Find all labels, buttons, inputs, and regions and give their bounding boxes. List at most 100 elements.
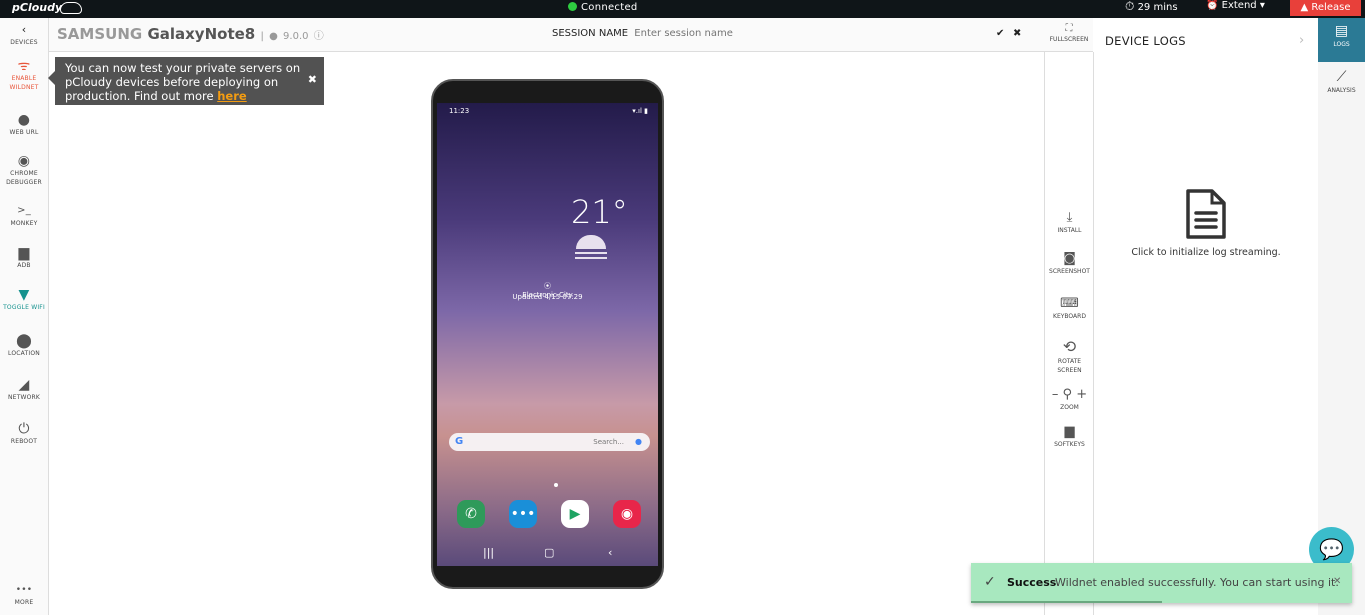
play-store-app-icon[interactable]: ▶ xyxy=(561,500,589,528)
sidebar-item-reboot[interactable]: ⏻ REBOOT xyxy=(0,421,48,446)
sidebar-item-toggle-wifi[interactable]: ▼ TOGGLE WIFI xyxy=(0,287,48,312)
tab-label: LOGS xyxy=(1333,41,1350,48)
document-icon[interactable] xyxy=(1184,189,1228,239)
session-name-input[interactable] xyxy=(634,28,835,39)
wifi-icon: ▼ xyxy=(18,287,30,303)
tool-label: KEYBOARD xyxy=(1053,313,1086,320)
extend-dropdown[interactable]: ⏰ Extend ▾ xyxy=(1206,0,1265,12)
status-icons: ▾.ıl ▮ xyxy=(632,107,648,115)
connection-status: Connected xyxy=(568,2,638,13)
sidebar-item-web-url[interactable]: ● WEB URL xyxy=(0,112,48,137)
cancel-session-name-icon[interactable]: ✖ xyxy=(1013,28,1021,39)
tool-rotate-screen[interactable]: ⟲ ROTATE SCREEN xyxy=(1045,337,1094,375)
os-version: 9.0.0 xyxy=(283,31,309,42)
antenna-icon: ᯤ xyxy=(17,58,31,74)
rotate-icon: ⟲ xyxy=(1062,337,1077,356)
device-model: GalaxyNote8 xyxy=(147,25,256,43)
tooltip-close-icon[interactable]: ✖ xyxy=(308,73,317,87)
sidebar-item-devices[interactable]: ‹ DEVICES xyxy=(0,22,48,47)
google-search-placeholder: Search... xyxy=(593,438,624,446)
tooltip-here-link[interactable]: here xyxy=(217,89,246,103)
keyboard-icon: ⌨ xyxy=(1060,296,1079,311)
globe-icon: ● xyxy=(17,112,31,128)
wildnet-tooltip: You can now test your private servers on… xyxy=(48,57,324,105)
sidebar-item-network[interactable]: ◢ NETWORK xyxy=(0,377,48,402)
session-name-label: SESSION NAME xyxy=(552,28,629,39)
sidebar-label: WEB URL xyxy=(9,129,39,136)
tool-screenshot[interactable]: ◙ SCREENSHOT xyxy=(1045,251,1094,276)
tab-label: ANALYSIS xyxy=(1327,87,1356,94)
tool-keyboard[interactable]: ⌨ KEYBOARD xyxy=(1045,296,1094,321)
tool-label: SCREENSHOT xyxy=(1049,268,1090,275)
install-icon: ⤓ xyxy=(1066,210,1073,225)
toast-close-icon[interactable]: ✕ xyxy=(1333,576,1341,587)
phone-app-icon[interactable]: ✆ xyxy=(457,500,485,528)
eject-icon: ▲ xyxy=(1300,2,1309,13)
toast-progress-bar xyxy=(971,601,1162,603)
chevron-left-icon: ‹ xyxy=(21,23,27,36)
alarm-icon: ⏰ xyxy=(1206,0,1219,11)
device-tools: ⤓ INSTALL ◙ SCREENSHOT ⌨ KEYBOARD ⟲ ROTATE S… xyxy=(1044,52,1094,615)
camera-icon: ◙ xyxy=(1063,251,1076,266)
sidebar-item-monkey[interactable]: >_ MONKEY xyxy=(0,203,48,228)
device-logs-title: DEVICE LOGS xyxy=(1105,34,1186,48)
sidebar-label: MORE xyxy=(14,599,34,606)
recents-button-icon[interactable]: ||| xyxy=(483,546,494,559)
camera-app-icon[interactable]: ◉ xyxy=(613,500,641,528)
tooltip-text: You can now test your private servers on… xyxy=(65,61,301,103)
fullscreen-icon: ⛶ xyxy=(1065,23,1073,34)
release-button[interactable]: ▲ Release xyxy=(1290,0,1361,16)
tool-zoom[interactable]: – ⚲ + ZOOM xyxy=(1045,387,1094,412)
tool-label: INSTALL xyxy=(1057,227,1082,234)
terminal-icon: >_ xyxy=(17,205,31,216)
toast-title: Success xyxy=(1007,576,1057,589)
tool-softkeys[interactable]: ▆ SOFTKEYS xyxy=(1045,424,1094,449)
weather-temperature: 21° xyxy=(571,193,628,231)
android-icon: ▆ xyxy=(1064,424,1075,439)
sidebar-label: ADB xyxy=(17,262,31,269)
sidebar-label: TOGGLE WIFI xyxy=(3,304,45,311)
pcloudy-logo[interactable]: pCloudy xyxy=(12,1,83,14)
sidebar-item-location[interactable]: ⬤ LOCATION xyxy=(0,333,48,358)
device-screen[interactable]: 11:23 ▾.ıl ▮ 21° ⦿ Electronic City Update… xyxy=(437,103,658,566)
google-search-bar[interactable]: G Search... ● xyxy=(449,433,650,451)
sidebar-item-chrome-debugger[interactable]: ◉ CHROME DEBUGGER xyxy=(0,153,48,187)
device-header: SAMSUNG GalaxyNote8 | ● 9.0.0 ⓘ SESSION … xyxy=(49,18,1093,52)
tool-install[interactable]: ⤓ INSTALL xyxy=(1045,210,1094,235)
info-icon[interactable]: ⓘ xyxy=(314,31,324,42)
release-label: Release xyxy=(1311,2,1351,13)
extend-label: Extend xyxy=(1221,0,1257,11)
caret-down-icon: ▾ xyxy=(1259,0,1265,11)
logo-text: pCloudy xyxy=(12,1,63,14)
success-toast: ✓ Success Wildnet enabled successfully. … xyxy=(971,563,1352,603)
sidebar-item-enable-wildnet[interactable]: ᯤ ENABLE WILDNET xyxy=(0,58,48,92)
device-brand: SAMSUNG xyxy=(57,25,143,43)
timer-text: 29 mins xyxy=(1137,2,1178,13)
sidebar-label: DEVICES xyxy=(10,39,38,46)
version-separator: | xyxy=(260,31,264,42)
tool-label: ZOOM xyxy=(1060,404,1079,411)
more-icon: ••• xyxy=(15,585,33,595)
fog-weather-icon xyxy=(573,235,609,263)
messages-app-icon[interactable]: ••• xyxy=(509,500,537,528)
sidebar-item-adb[interactable]: ▆ ADB xyxy=(0,245,48,270)
tab-analysis[interactable]: ⟋ ANALYSIS xyxy=(1318,68,1365,95)
back-button-icon[interactable]: ‹ xyxy=(608,546,612,559)
power-icon: ⏻ xyxy=(18,421,30,437)
google-icon: G xyxy=(455,436,464,447)
device-screen-frame: 11:23 ▾.ıl ▮ 21° ⦿ Electronic City Update… xyxy=(431,79,664,589)
device-logs-panel: DEVICE LOGS › Click to initialize log st… xyxy=(1094,18,1318,615)
chevron-right-icon[interactable]: › xyxy=(1299,33,1304,48)
page-indicator xyxy=(554,483,558,487)
home-button-icon[interactable]: ▢ xyxy=(544,546,554,559)
save-session-name-icon[interactable]: ✔ xyxy=(996,28,1004,39)
sidebar-label: CHROME DEBUGGER xyxy=(6,170,42,186)
log-streaming-hint[interactable]: Click to initialize log streaming. xyxy=(1094,247,1318,258)
tab-logs[interactable]: ▤ LOGS xyxy=(1318,18,1365,62)
sidebar-label: ENABLE WILDNET xyxy=(9,75,39,91)
sidebar-item-more[interactable]: ••• MORE xyxy=(0,582,48,607)
connection-status-text: Connected xyxy=(581,2,638,13)
mic-icon[interactable]: ● xyxy=(635,437,642,446)
session-timer: ⏱ 29 mins xyxy=(1125,0,1178,14)
fullscreen-button[interactable]: ⛶ FULLSCREEN xyxy=(1045,22,1093,43)
